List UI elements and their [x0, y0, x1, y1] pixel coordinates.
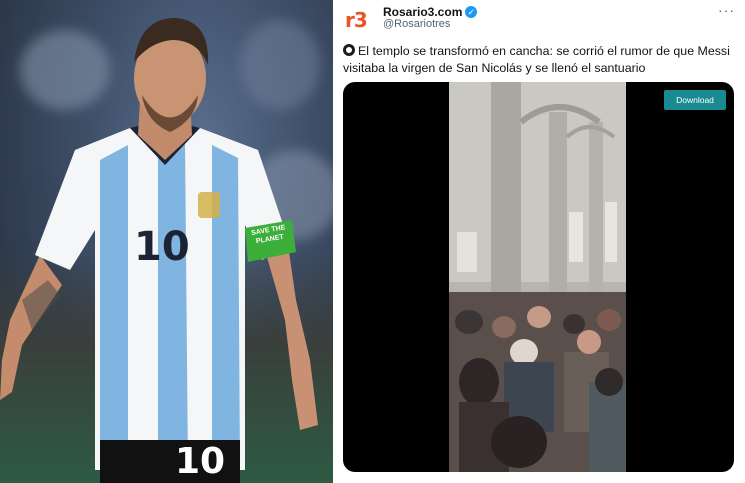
jersey-number-front: 10	[134, 224, 190, 270]
account-avatar[interactable]: r3	[345, 8, 375, 32]
account-handle[interactable]: @Rosariotres	[383, 18, 450, 30]
verified-icon: ✓	[465, 6, 478, 18]
download-button[interactable]: Download	[664, 90, 726, 110]
soccer-ball-icon	[343, 44, 355, 56]
tweet-video[interactable]: Download	[343, 82, 734, 472]
more-options-icon[interactable]: ···	[718, 2, 735, 18]
tweet-card: r3 Rosario3.com ✓ @Rosariotres ··· El te…	[333, 0, 745, 483]
account-name[interactable]: Rosario3.com	[383, 5, 462, 19]
tweet-body: El templo se transformó en cancha: se co…	[343, 44, 730, 75]
video-frame[interactable]	[449, 82, 626, 472]
player-photo: 10 10 SAVE THE PLANET	[0, 0, 333, 483]
church-crowd-scene	[449, 82, 626, 472]
shorts-number: 10	[174, 441, 226, 482]
tweet-text: El templo se transformó en cancha: se co…	[343, 43, 738, 77]
